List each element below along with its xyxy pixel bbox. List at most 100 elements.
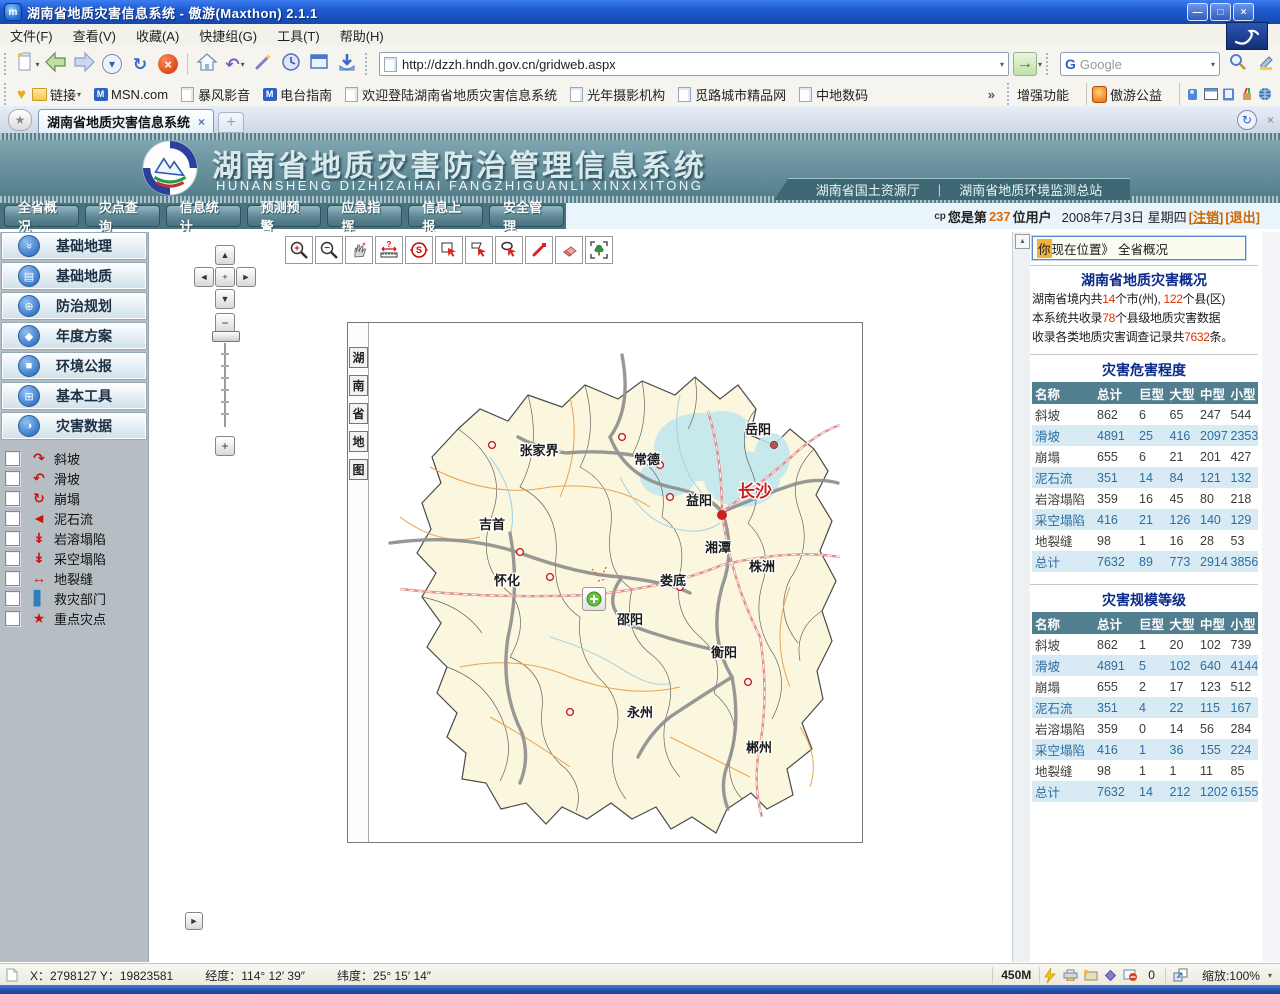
sidebar-item-base-geography[interactable]: » 基础地理 xyxy=(1,232,147,260)
nav-tab-forecast[interactable]: 预测预警 xyxy=(247,205,322,227)
new-popup-icon[interactable] xyxy=(1082,967,1098,983)
layer-checkbox[interactable] xyxy=(5,571,20,586)
menu-help[interactable]: 帮助(H) xyxy=(330,26,394,45)
tab-close-icon[interactable]: × xyxy=(198,115,205,129)
refresh-button[interactable]: ↻ xyxy=(127,51,153,77)
nav-tab-query[interactable]: 灾点查询 xyxy=(85,205,160,227)
nav-tab-statistics[interactable]: 信息统计 xyxy=(166,205,241,227)
logout-link[interactable]: [注销] xyxy=(1189,207,1224,226)
sidebar-item-prevention-plan[interactable]: ⊕ 防治规划 xyxy=(1,292,147,320)
back-button[interactable] xyxy=(43,51,69,77)
rail-char-button[interactable]: 省 xyxy=(349,403,368,424)
sidebar-item-env-bulletin[interactable]: ■ 环境公报 xyxy=(1,352,147,380)
address-bar[interactable]: http://dzzh.hndh.gov.cn/gridweb.aspx ▾ xyxy=(379,52,1009,76)
new-tab-button[interactable]: + xyxy=(218,112,244,133)
pan-down-button[interactable]: ▼ xyxy=(215,289,235,309)
favorites-star-button[interactable]: ★ xyxy=(8,109,32,131)
maximize-button[interactable]: □ xyxy=(1210,3,1231,21)
page-scroll-gutter[interactable] xyxy=(1262,232,1280,962)
go-button[interactable]: → xyxy=(1013,52,1037,76)
nav-tab-overview[interactable]: 全省概况 xyxy=(4,205,79,227)
popup-blocker-icon[interactable] xyxy=(1122,967,1138,983)
proxy-icon[interactable] xyxy=(1062,967,1078,983)
layer-checkbox[interactable] xyxy=(5,491,20,506)
enhance-menu[interactable]: 增强功能 xyxy=(1017,85,1069,104)
link-hunan-geo[interactable]: 欢迎登陆湖南省地质灾害信息系统 xyxy=(344,85,557,104)
notes-icon[interactable] xyxy=(1221,88,1236,101)
undo-button[interactable]: ↶ ▾ xyxy=(222,51,248,77)
window-list-button[interactable] xyxy=(306,51,332,77)
links-folder[interactable]: 链接 ▾ xyxy=(32,85,81,104)
layer-checkbox[interactable] xyxy=(5,531,20,546)
zoom-caret-icon[interactable]: ▾ xyxy=(1268,971,1272,980)
pan-left-button[interactable]: ◄ xyxy=(194,267,214,287)
zoom-out-tool[interactable]: − xyxy=(315,236,343,264)
tab-active[interactable]: 湖南省地质灾害信息系统 × xyxy=(38,109,214,133)
link-msn[interactable]: MMSN.com xyxy=(93,87,168,102)
maxthon-charity-link[interactable]: 傲游公益 xyxy=(1092,85,1162,104)
history-dropdown-button[interactable]: ▾ xyxy=(99,51,125,77)
zoom-in-step-button[interactable]: + xyxy=(215,436,235,456)
nav-tab-security[interactable]: 安全管理 xyxy=(489,205,564,227)
eraser-tool[interactable] xyxy=(555,236,583,264)
layer-checkbox[interactable] xyxy=(5,591,20,606)
history-clock-button[interactable] xyxy=(278,51,304,77)
sidebar-item-disaster-data[interactable]: ◑ 灾害数据 xyxy=(1,412,147,440)
new-page-button[interactable]: ▾ xyxy=(15,51,41,77)
rail-char-button[interactable]: 地 xyxy=(349,431,368,452)
menu-groups[interactable]: 快捷组(G) xyxy=(189,26,267,45)
forward-button[interactable] xyxy=(71,51,97,77)
stop-button[interactable]: × xyxy=(155,51,181,77)
map-add-point-button[interactable] xyxy=(582,587,606,611)
menu-tools[interactable]: 工具(T) xyxy=(267,26,330,45)
menu-view[interactable]: 查看(V) xyxy=(63,26,126,45)
zoom-in-tool[interactable]: + xyxy=(285,236,313,264)
link-milu[interactable]: 觅路城市精品网 xyxy=(677,85,786,104)
search-button[interactable] xyxy=(1225,51,1251,77)
select-circle-tool[interactable] xyxy=(495,236,523,264)
link-zhongdi[interactable]: 中地数码 xyxy=(798,85,868,104)
layer-checkbox[interactable] xyxy=(5,451,20,466)
zoom-out-step-button[interactable]: − xyxy=(215,313,235,333)
link-geo-monitor[interactable]: 湖南省地质环境监测总站 xyxy=(941,180,1120,199)
scroll-up-icon[interactable]: ▲ xyxy=(1015,234,1030,249)
hscroll-right-button[interactable]: ► xyxy=(185,912,203,930)
go-dropdown-icon[interactable]: ▾ xyxy=(1038,60,1042,69)
select-polygon-tool[interactable] xyxy=(465,236,493,264)
highlight-button[interactable] xyxy=(1253,51,1279,77)
scale-tool[interactable]: S xyxy=(405,236,433,264)
layer-checkbox[interactable] xyxy=(5,551,20,566)
favorites-heart-icon[interactable]: ♥ xyxy=(14,88,29,101)
search-placeholder[interactable]: Google xyxy=(1080,57,1210,72)
tabbar-close-icon[interactable]: × xyxy=(1267,113,1274,127)
close-button[interactable]: × xyxy=(1233,3,1254,21)
pen-tools-icon[interactable] xyxy=(1239,88,1254,101)
panel-scrollbar[interactable]: ▲ xyxy=(1012,232,1031,962)
address-url[interactable]: http://dzzh.hndh.gov.cn/gridweb.aspx xyxy=(402,57,999,72)
rail-char-button[interactable]: 图 xyxy=(349,459,368,480)
plugin-diamond-icon[interactable] xyxy=(1102,967,1118,983)
layer-checkbox[interactable] xyxy=(5,511,20,526)
select-rectangle-tool[interactable] xyxy=(435,236,463,264)
link-land-resources[interactable]: 湖南省国土资源厅 xyxy=(798,180,938,199)
download-button[interactable] xyxy=(334,51,360,77)
address-dropdown-icon[interactable]: ▾ xyxy=(1000,60,1004,69)
link-baofeng[interactable]: 暴风影音 xyxy=(180,85,250,104)
layer-checkbox[interactable] xyxy=(5,471,20,486)
rail-char-button[interactable]: 南 xyxy=(349,375,368,396)
rail-char-button[interactable]: 湖 xyxy=(349,347,368,368)
sidebar-item-base-geology[interactable]: ▤ 基础地质 xyxy=(1,262,147,290)
minimize-button[interactable]: — xyxy=(1187,3,1208,21)
menu-favorites[interactable]: 收藏(A) xyxy=(126,26,189,45)
link-radio[interactable]: M电台指南 xyxy=(262,85,332,104)
resize-icon[interactable] xyxy=(1165,967,1192,983)
sidebar-item-basic-tools[interactable]: ⊞ 基本工具 xyxy=(1,382,147,410)
search-box[interactable]: G Google ▾ xyxy=(1060,52,1220,76)
overflow-chevron[interactable]: » xyxy=(988,87,995,102)
new-window-icon[interactable] xyxy=(1203,88,1218,101)
full-extent-tool[interactable] xyxy=(585,236,613,264)
sidebar-item-annual-plan[interactable]: ◆ 年度方案 xyxy=(1,322,147,350)
exit-link[interactable]: [退出] xyxy=(1225,207,1260,226)
home-button[interactable] xyxy=(194,51,220,77)
pan-tool[interactable] xyxy=(345,236,373,264)
